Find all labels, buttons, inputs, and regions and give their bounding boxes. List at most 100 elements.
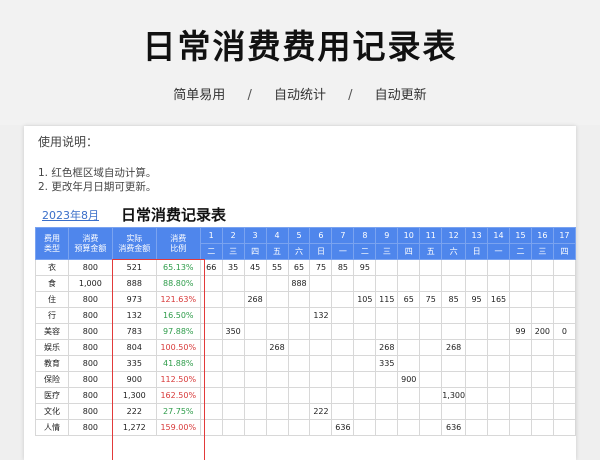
- month-selector[interactable]: 2023年8月: [42, 207, 99, 223]
- cell-day-amount[interactable]: [508, 291, 532, 308]
- cell-day-amount[interactable]: [552, 387, 576, 404]
- cell-day-amount[interactable]: [419, 371, 443, 388]
- cell-day-amount[interactable]: [221, 307, 245, 324]
- cell-day-amount[interactable]: [309, 387, 333, 404]
- cell-day-amount[interactable]: [465, 323, 489, 340]
- cell-day-amount[interactable]: [309, 419, 333, 436]
- cell-day-amount[interactable]: 900: [397, 371, 421, 388]
- cell-day-amount[interactable]: [353, 403, 377, 420]
- cell-day-amount[interactable]: [530, 275, 554, 292]
- cell-day-amount[interactable]: [397, 403, 421, 420]
- cell-day-amount[interactable]: [441, 323, 467, 340]
- cell-day-amount[interactable]: [375, 275, 399, 292]
- cell-day-amount[interactable]: [243, 403, 267, 420]
- cell-ratio[interactable]: 97.88%: [155, 323, 201, 340]
- cell-day-amount[interactable]: [508, 307, 532, 324]
- cell-day-amount[interactable]: [199, 355, 223, 372]
- cell-day-amount[interactable]: [530, 339, 554, 356]
- cell-budget[interactable]: 800: [67, 355, 113, 372]
- cell-budget[interactable]: 800: [67, 403, 113, 420]
- cell-day-amount[interactable]: [331, 323, 355, 340]
- cell-day-amount[interactable]: [487, 355, 510, 372]
- cell-day-amount[interactable]: [530, 419, 554, 436]
- cell-day-amount[interactable]: [221, 291, 245, 308]
- cell-day-amount[interactable]: 65: [397, 291, 421, 308]
- cell-actual[interactable]: 900: [111, 371, 157, 388]
- cell-type[interactable]: 医疗: [35, 387, 69, 404]
- cell-budget[interactable]: 800: [67, 259, 113, 276]
- cell-type[interactable]: 娱乐: [35, 339, 69, 356]
- cell-day-amount[interactable]: [265, 307, 289, 324]
- cell-day-amount[interactable]: [375, 387, 399, 404]
- cell-day-amount[interactable]: [441, 259, 467, 276]
- cell-day-amount[interactable]: [419, 387, 443, 404]
- cell-day-amount[interactable]: [397, 259, 421, 276]
- cell-day-amount[interactable]: [487, 403, 510, 420]
- cell-day-amount[interactable]: [265, 419, 289, 436]
- cell-day-amount[interactable]: [375, 403, 399, 420]
- cell-day-amount[interactable]: [419, 339, 443, 356]
- cell-actual[interactable]: 888: [111, 275, 157, 292]
- cell-day-amount[interactable]: [287, 371, 311, 388]
- cell-day-amount[interactable]: [441, 403, 467, 420]
- cell-day-amount[interactable]: [441, 307, 467, 324]
- cell-day-amount[interactable]: [243, 323, 267, 340]
- cell-budget[interactable]: 800: [67, 339, 113, 356]
- cell-day-amount[interactable]: [353, 371, 377, 388]
- cell-day-amount[interactable]: [419, 403, 443, 420]
- cell-day-amount[interactable]: [243, 307, 267, 324]
- cell-day-amount[interactable]: [243, 387, 267, 404]
- cell-day-amount[interactable]: [353, 339, 377, 356]
- cell-day-amount[interactable]: [243, 355, 267, 372]
- cell-day-amount[interactable]: [199, 419, 223, 436]
- cell-day-amount[interactable]: [552, 275, 576, 292]
- cell-day-amount[interactable]: [243, 275, 267, 292]
- cell-day-amount[interactable]: [199, 323, 223, 340]
- cell-day-amount[interactable]: [221, 371, 245, 388]
- cell-day-amount[interactable]: [419, 259, 443, 276]
- cell-day-amount[interactable]: [243, 371, 267, 388]
- cell-actual[interactable]: 783: [111, 323, 157, 340]
- cell-day-amount[interactable]: [265, 323, 289, 340]
- cell-day-amount[interactable]: [375, 307, 399, 324]
- cell-day-amount[interactable]: 165: [487, 291, 510, 308]
- cell-day-amount[interactable]: [465, 355, 489, 372]
- cell-day-amount[interactable]: [397, 339, 421, 356]
- cell-day-amount[interactable]: [221, 403, 245, 420]
- cell-day-amount[interactable]: 85: [441, 291, 467, 308]
- cell-day-amount[interactable]: [508, 259, 532, 276]
- cell-day-amount[interactable]: 268: [243, 291, 267, 308]
- cell-day-amount[interactable]: [353, 387, 377, 404]
- cell-day-amount[interactable]: [199, 307, 223, 324]
- cell-day-amount[interactable]: [265, 275, 289, 292]
- cell-day-amount[interactable]: [221, 419, 245, 436]
- cell-day-amount[interactable]: [375, 419, 399, 436]
- cell-day-amount[interactable]: [331, 307, 355, 324]
- cell-day-amount[interactable]: [309, 355, 333, 372]
- cell-day-amount[interactable]: [287, 387, 311, 404]
- cell-day-amount[interactable]: [530, 371, 554, 388]
- cell-day-amount[interactable]: [397, 323, 421, 340]
- cell-day-amount[interactable]: [552, 355, 576, 372]
- cell-ratio[interactable]: 27.75%: [155, 403, 201, 420]
- cell-day-amount[interactable]: [487, 259, 510, 276]
- cell-day-amount[interactable]: [465, 275, 489, 292]
- cell-day-amount[interactable]: [397, 419, 421, 436]
- cell-day-amount[interactable]: 95: [465, 291, 489, 308]
- cell-day-amount[interactable]: [397, 275, 421, 292]
- cell-day-amount[interactable]: [287, 291, 311, 308]
- cell-day-amount[interactable]: [465, 419, 489, 436]
- cell-budget[interactable]: 1,000: [67, 275, 113, 292]
- cell-day-amount[interactable]: 99: [508, 323, 532, 340]
- cell-day-amount[interactable]: [487, 307, 510, 324]
- cell-day-amount[interactable]: [397, 307, 421, 324]
- cell-day-amount[interactable]: [441, 355, 467, 372]
- cell-day-amount[interactable]: [221, 387, 245, 404]
- cell-budget[interactable]: 800: [67, 371, 113, 388]
- cell-day-amount[interactable]: 268: [441, 339, 467, 356]
- cell-day-amount[interactable]: [309, 275, 333, 292]
- cell-day-amount[interactable]: [508, 355, 532, 372]
- cell-day-amount[interactable]: [487, 419, 510, 436]
- cell-day-amount[interactable]: [199, 387, 223, 404]
- cell-day-amount[interactable]: [221, 275, 245, 292]
